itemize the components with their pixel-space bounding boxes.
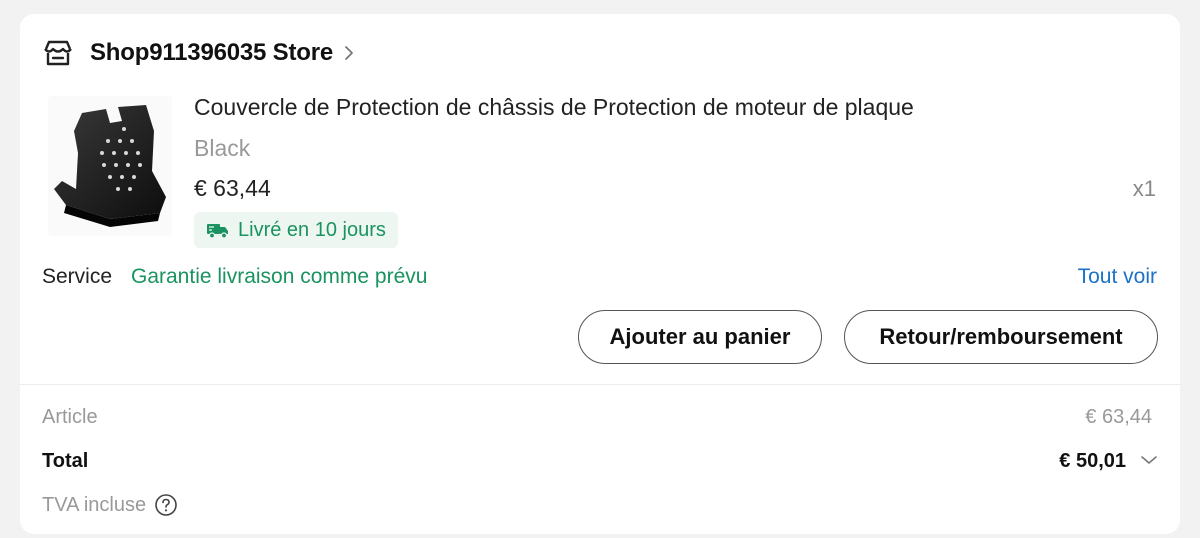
- article-label: Article: [42, 406, 98, 428]
- delivery-badge: Livré en 10 jours: [194, 212, 398, 248]
- tva-row: TVA incluse: [42, 493, 178, 517]
- help-icon[interactable]: [154, 493, 178, 517]
- see-all-link[interactable]: Tout voir: [1078, 265, 1157, 289]
- product-title[interactable]: Couvercle de Protection de châssis de Pr…: [194, 94, 914, 121]
- add-to-cart-button[interactable]: Ajouter au panier: [578, 310, 822, 364]
- store-icon: [42, 39, 74, 67]
- store-header[interactable]: Shop911396035 Store: [42, 38, 355, 68]
- chevron-right-icon: [343, 44, 355, 62]
- truck-icon: [206, 221, 230, 239]
- delivery-text: Livré en 10 jours: [238, 218, 386, 241]
- store-name: Shop911396035 Store: [90, 39, 334, 66]
- tva-label: TVA incluse: [42, 493, 147, 516]
- total-value: € 50,01: [1059, 450, 1126, 472]
- chevron-down-icon[interactable]: [1140, 454, 1158, 466]
- divider: [20, 384, 1180, 385]
- product-variant: Black: [194, 135, 251, 161]
- product-quantity: x1: [1132, 176, 1156, 201]
- article-value: € 63,44: [1085, 406, 1152, 428]
- service-label: Service: [42, 265, 113, 288]
- total-label: Total: [42, 450, 89, 472]
- return-refund-button[interactable]: Retour/remboursement: [844, 310, 1158, 364]
- service-guarantee[interactable]: Garantie livraison comme prévu: [131, 265, 427, 289]
- order-item-card: Shop911396035 Store Couvercle de Protect…: [20, 14, 1180, 534]
- product-image[interactable]: [48, 96, 172, 236]
- product-price: € 63,44: [194, 175, 271, 201]
